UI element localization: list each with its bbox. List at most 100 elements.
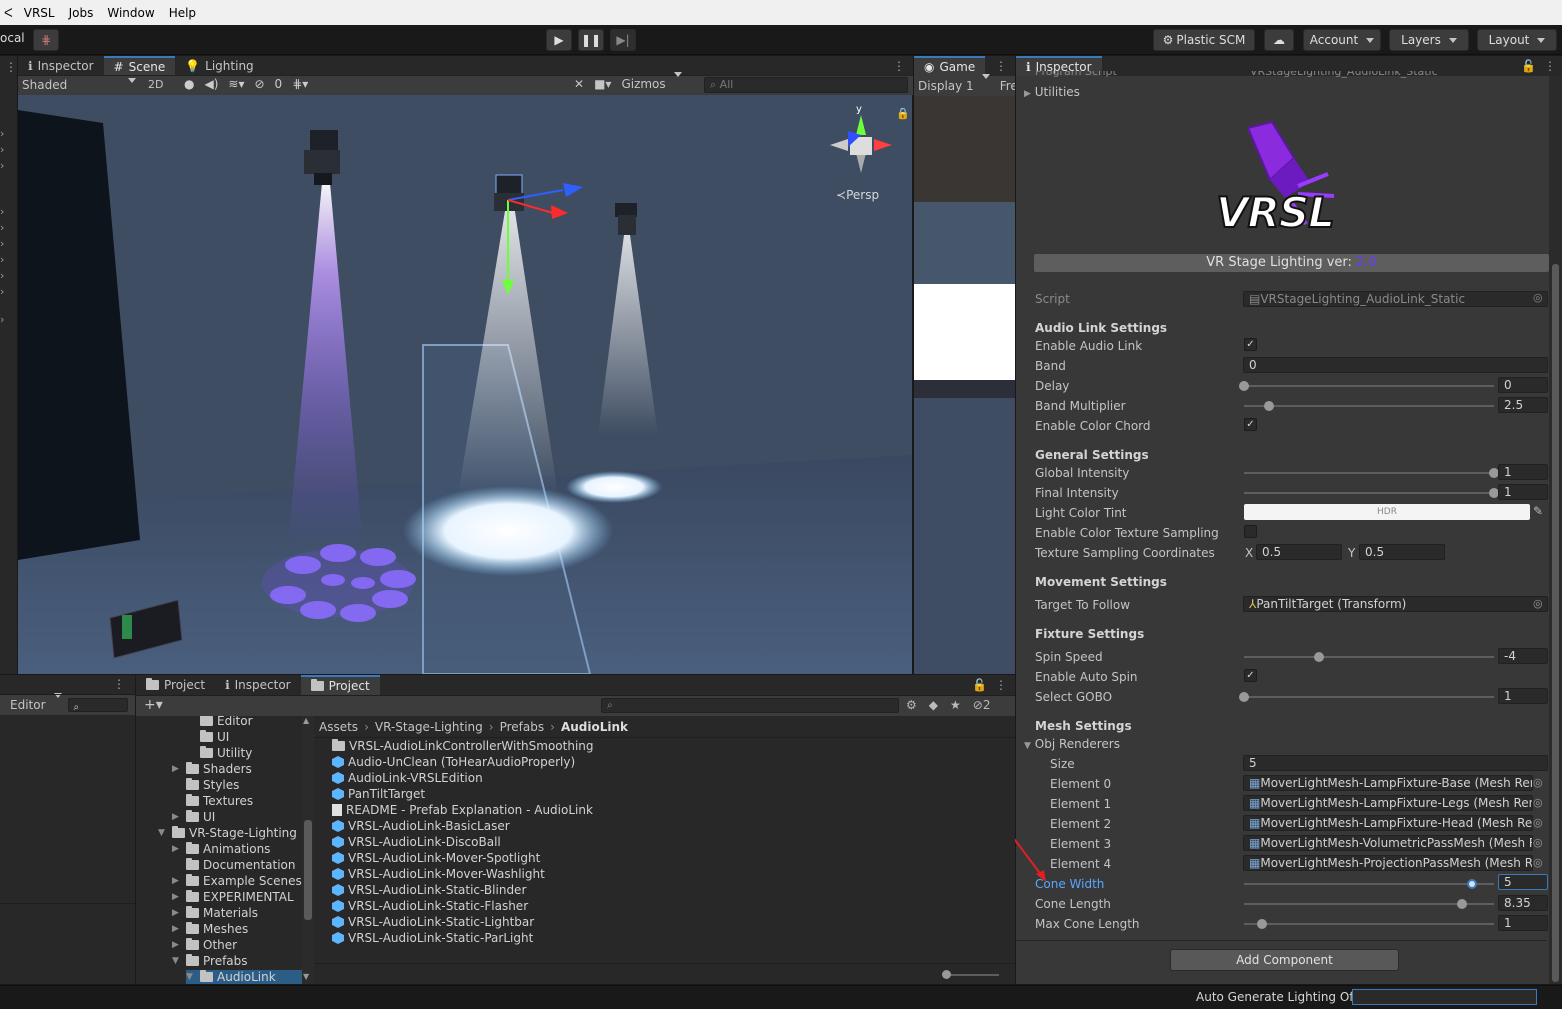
element-2-picker-icon[interactable]: ◎ [1533,816,1543,829]
enable-color-texture-checkbox[interactable] [1244,525,1257,538]
display-dropdown[interactable]: Display 1 [918,79,990,93]
max-cone-length-slider[interactable] [1244,919,1494,929]
spin-speed-field[interactable]: -4 [1498,648,1548,664]
band-field[interactable]: 0 [1243,357,1548,373]
select-gobo-slider[interactable] [1239,692,1494,702]
auto-generate-status[interactable]: Auto Generate Lighting Off [1196,990,1358,1004]
scene-viewport[interactable]: 🔒 y ≺Persp [18,95,912,674]
inspector-more-icon[interactable]: ⋮ [1544,59,1556,73]
final-intensity-slider[interactable] [1244,488,1499,498]
audio-toggle-icon[interactable]: ◀) [204,77,218,91]
enable-auto-spin-checkbox[interactable]: ✓ [1244,669,1257,682]
utilities-foldout[interactable]: ▶ Utilities [1024,85,1080,99]
tree-item[interactable]: ▶ Meshes [172,922,248,936]
layers-dropdown[interactable]: Layers [1389,29,1469,51]
visibility-icon[interactable]: ⊘ [254,77,264,91]
eyedropper-icon[interactable]: ✎ [1533,504,1543,518]
chevron-right-icon[interactable]: ▶ [172,924,182,934]
list-item[interactable]: VRSL-AudioLink-BasicLaser [332,819,510,833]
list-item[interactable]: VRSL-AudioLink-DiscoBall [332,835,501,849]
list-item[interactable]: VRSL-AudioLinkControllerWithSmoothing [332,739,594,753]
chevron-right-icon[interactable]: ▶ [172,764,182,774]
chevron-down-icon[interactable]: ▼ [186,972,196,982]
element-2-field[interactable]: ▦MoverLightMesh-LampFixture-Head (Mesh R… [1243,815,1533,831]
pause-button[interactable]: ❚❚ [578,29,604,51]
max-cone-length-field[interactable]: 1 [1498,915,1548,931]
tab-lighting[interactable]: 💡 Lighting [175,56,263,76]
create-asset-button[interactable]: +▾ [144,697,163,713]
chevron-down-icon[interactable]: ▼ [158,828,168,838]
tree-item[interactable]: ▼ AudioLink [186,970,302,984]
tree-scroll-thumb[interactable] [304,820,312,920]
tab-project-1[interactable]: Project [136,675,215,695]
more-icon[interactable]: ⋮ [5,60,17,74]
target-picker-icon[interactable]: ◎ [1533,597,1543,610]
tree-item[interactable]: ▶ Other [172,938,237,952]
project-more-icon[interactable]: ⋮ [995,678,1007,692]
list-item[interactable]: VRSL-AudioLink-Static-Blinder [332,883,526,897]
list-item[interactable]: VRSL-AudioLink-Static-ParLight [332,931,533,945]
tree-item[interactable]: Editor [186,716,253,728]
chevron-right-icon[interactable]: ▶ [172,908,182,918]
scene-more-icon[interactable]: ⋮ [893,59,913,73]
menu-help[interactable]: Help [162,6,203,20]
tree-item[interactable]: Styles [172,778,239,792]
filter-type-icon[interactable]: ⚙ [906,698,917,712]
game-more-icon[interactable]: ⋮ [995,59,1015,73]
tree-item[interactable]: ▼ VR-Stage-Lighting [158,826,297,840]
light-color-tint-swatch[interactable]: HDR [1244,504,1530,520]
menu-close-glyph[interactable]: ᐸ [0,6,17,20]
spin-speed-slider[interactable] [1244,652,1494,662]
grid-snap-button[interactable]: ⋕ [33,29,59,51]
icon-size-slider[interactable] [944,974,999,976]
max-cone-length-slider-knob[interactable] [1256,919,1267,929]
element-3-field[interactable]: ▦MoverLightMesh-VolumetricPassMesh (Mesh… [1243,835,1533,851]
breadcrumb-assets[interactable]: Assets [319,720,358,734]
tree-item[interactable]: Documentation [172,858,296,872]
perspective-label[interactable]: ≺Persp [836,188,879,202]
cone-length-field[interactable]: 8.35 [1498,895,1548,911]
chevron-right-icon[interactable]: ▶ [172,940,182,950]
select-gobo-field[interactable]: 1 [1498,688,1548,704]
tree-item[interactable]: ▼ Prefabs [172,954,248,968]
local-label[interactable]: ocal [0,31,25,45]
breadcrumb-prefabs[interactable]: Prefabs [500,720,545,734]
chevron-right-icon[interactable]: ▶ [172,876,182,886]
list-item[interactable]: README - Prefab Explanation - AudioLink [332,803,593,817]
tab-inspector-2[interactable]: ℹ Inspector [215,675,301,695]
cone-width-field[interactable]: 5 [1498,874,1548,890]
delay-field[interactable]: 0 [1498,377,1548,393]
shading-dropdown[interactable]: Shaded [22,78,136,92]
bottom-left-search[interactable]: ⌕ [67,698,128,712]
script-picker-icon[interactable]: ◎ [1533,291,1543,304]
band-multiplier-slider[interactable] [1244,401,1494,411]
element-0-picker-icon[interactable]: ◎ [1533,776,1543,789]
gizmos-dropdown[interactable]: Gizmos [621,77,681,91]
tree-item[interactable]: ▶ Example Scenes [172,874,302,888]
texture-y-field[interactable]: 0.5 [1359,544,1445,560]
list-item[interactable]: AudioLink-VRSLEdition [332,771,483,785]
spin-speed-slider-knob[interactable] [1314,652,1324,662]
tab-game[interactable]: ◉ Game [914,56,986,76]
tree-item[interactable]: Utility [186,746,252,760]
list-item[interactable]: VRSL-AudioLink-Static-Flasher [332,899,528,913]
grid-toggle-icon[interactable]: ⋕▾ [292,77,308,91]
tree-item[interactable]: ▶ Shaders [172,762,252,776]
list-item[interactable]: VRSL-AudioLink-Mover-Spotlight [332,851,540,865]
tab-project-2[interactable]: Project [300,675,380,695]
tab-inspector[interactable]: ℹ Inspector [18,56,104,76]
tree-item[interactable]: Textures [172,794,253,808]
cloud-button[interactable]: ☁ [1264,29,1294,51]
step-button[interactable]: ▶| [610,29,636,51]
account-dropdown[interactable]: Account [1303,29,1381,51]
tab-scene[interactable]: # Scene [103,56,176,76]
element-3-picker-icon[interactable]: ◎ [1533,836,1543,849]
inspector-scroll-thumb[interactable] [1552,264,1559,982]
band-multiplier-slider-knob[interactable] [1264,401,1274,411]
camera-icon[interactable]: ■▾ [594,77,611,91]
filter-label-icon[interactable]: ◆ [929,698,938,712]
menu-vrsl[interactable]: VRSL [17,6,62,20]
band-multiplier-field[interactable]: 2.5 [1498,397,1548,413]
inspector-scrollbar[interactable] [1549,76,1562,984]
play-button[interactable]: ▶ [546,29,572,51]
